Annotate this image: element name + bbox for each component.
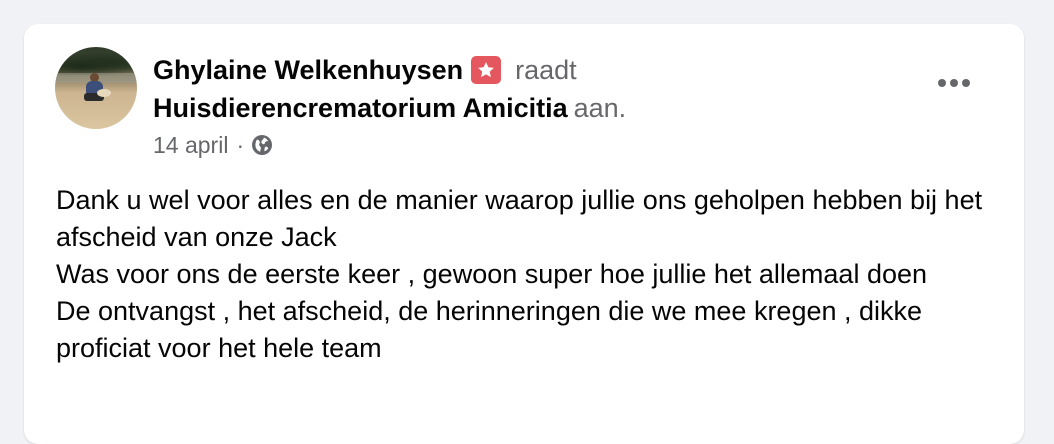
more-horizontal-icon <box>938 79 946 87</box>
post-header: Ghylaine Welkenhuysen raadt <box>153 52 577 88</box>
post-header-target: Huisdierencrematorium Amicitia aan. <box>153 90 626 126</box>
post-date-link[interactable]: 14 april <box>153 130 228 160</box>
post-body: Dank u wel voor alles en de manier waaro… <box>56 182 996 367</box>
recommend-suffix: aan. <box>573 93 627 123</box>
post-body-line: Was voor ons de eerste keer , gewoon sup… <box>56 259 928 289</box>
post-card: Ghylaine Welkenhuysen raadt Huisdierencr… <box>24 24 1024 444</box>
post-body-line: De ontvangst , het afscheid, de herinner… <box>56 296 923 363</box>
avatar-trees <box>55 53 137 75</box>
meta-separator: · <box>236 132 245 158</box>
avatar[interactable] <box>55 47 137 129</box>
author-name-link[interactable]: Ghylaine Welkenhuysen <box>153 52 463 88</box>
more-options-button[interactable] <box>929 70 979 96</box>
avatar-person <box>83 73 105 103</box>
post-meta: 14 april · <box>153 130 274 160</box>
post-body-line: Dank u wel voor alles en de manier waaro… <box>56 185 983 252</box>
globe-icon[interactable] <box>250 133 274 157</box>
page-name-link[interactable]: Huisdierencrematorium Amicitia <box>153 93 568 123</box>
avatar-dog <box>97 89 111 97</box>
recommend-verb: raadt <box>515 55 577 85</box>
star-badge-icon <box>471 56 502 84</box>
